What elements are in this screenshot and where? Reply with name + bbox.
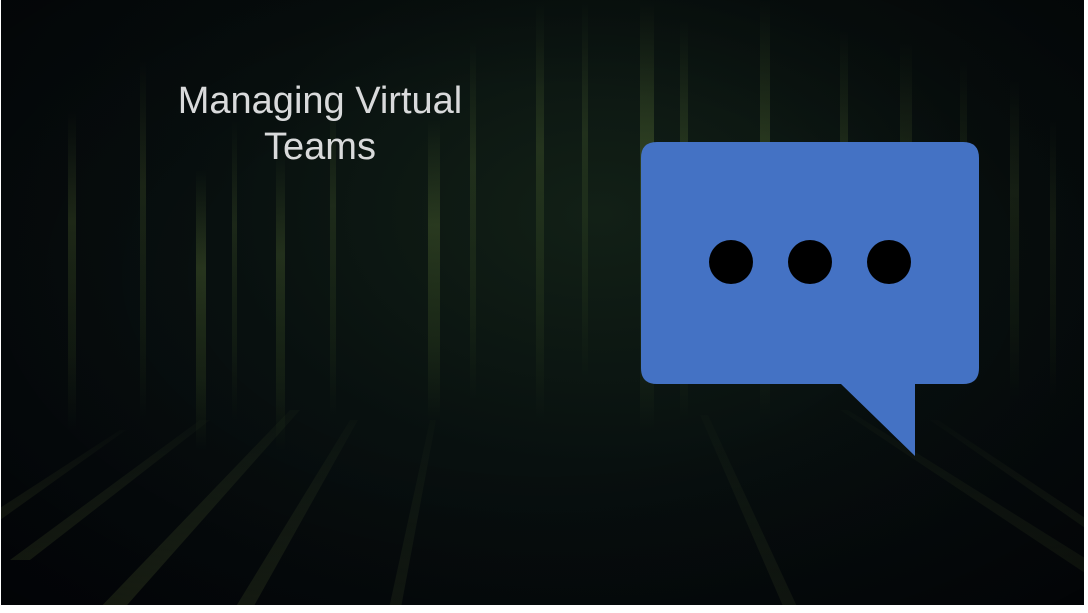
- speech-bubble-ellipsis-icon: [641, 142, 979, 456]
- slide-edge-left: [0, 0, 1, 613]
- slide-edge-bottom: [0, 605, 1088, 613]
- slide-edge-right: [1084, 0, 1088, 613]
- slide-title: Managing Virtual Teams: [110, 78, 530, 170]
- ellipsis-dot-1: [709, 240, 753, 284]
- slide-title-line-1: Managing Virtual: [177, 80, 463, 122]
- slide-title-line-2: Teams: [264, 126, 376, 168]
- speech-bubble-shape: [641, 142, 979, 456]
- ellipsis-dot-3: [867, 240, 911, 284]
- ellipsis-dot-2: [788, 240, 832, 284]
- slide: Managing Virtual Teams: [0, 0, 1088, 613]
